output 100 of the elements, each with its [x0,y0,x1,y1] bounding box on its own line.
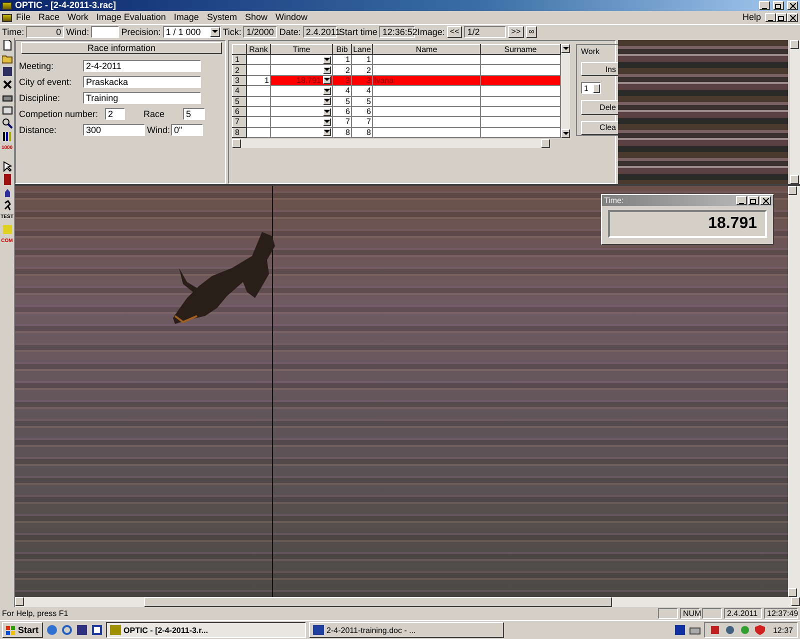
dropdown-button[interactable] [323,128,331,136]
vertical-scrollbar[interactable] [790,40,800,184]
precision-dropdown[interactable]: 1 / 1 000 [162,26,221,38]
table-row[interactable]: 1 1 1 [232,54,560,65]
clock: 12:37 [772,626,793,634]
city-field[interactable]: Praskacka [83,76,201,88]
menu-item[interactable]: Show [240,11,272,24]
folder-icon[interactable] [2,53,12,64]
close-button[interactable] [760,196,771,205]
restore-button[interactable] [776,13,787,22]
start-button[interactable]: Start [2,622,43,638]
menu-item[interactable]: Help [738,11,765,24]
column-header[interactable]: Rank [246,44,270,54]
number-spinner[interactable]: 1 [581,82,601,94]
horizontal-scrollbar[interactable] [232,139,550,148]
close-icon[interactable] [2,79,12,90]
menu-item[interactable]: Image [170,11,203,24]
restore-button[interactable] [773,1,784,10]
dropdown-button[interactable] [323,86,331,95]
tray-icon[interactable] [724,624,736,636]
dropdown-button[interactable] [323,118,331,126]
document-app-icon[interactable] [2,14,12,22]
menu-item[interactable]: Work [64,11,92,24]
dropdown-button[interactable] [323,66,331,74]
menu-item[interactable]: Image Evaluation [92,11,170,24]
tick-field[interactable]: 1/2000 [243,26,278,38]
restore-icon [750,198,757,204]
search-icon[interactable] [2,118,12,129]
table-row[interactable]: 5 5 5 [232,96,560,106]
insert-button[interactable]: Ins [581,62,619,76]
delete-button[interactable]: Dele [581,100,619,115]
column-header[interactable]: Name [372,44,480,54]
table-row[interactable]: 6 6 6 [232,106,560,117]
distance-field[interactable]: 300 [83,124,145,136]
column-header[interactable]: Lane [352,44,372,54]
horizontal-scrollbar[interactable] [15,597,800,607]
time-display: 18.791 [608,210,767,238]
field-label: Time: [2,26,24,36]
minimize-button[interactable] [736,196,747,205]
table-cell-text: 2 [366,66,371,74]
column-header[interactable]: Time [270,44,332,54]
table-row[interactable]: 8 8 8 [232,127,560,138]
table-row[interactable]: 2 2 2 [232,64,560,76]
window-icon[interactable] [2,105,12,116]
shield-icon[interactable] [754,624,766,636]
close-icon [790,2,796,8]
start-time-field[interactable]: 12:36:52 [379,26,416,38]
pointer-icon[interactable] [2,161,12,172]
row-header: 3 [232,75,246,86]
time-value: 18.791 [296,76,321,84]
caret-icon [212,30,218,34]
taskbar-button[interactable]: OPTIC - [2-4-2011-3.r... [106,622,306,638]
meeting-field[interactable]: 2-4-2011 [83,60,201,72]
close-button[interactable] [787,13,798,22]
close-icon [762,198,768,204]
table-cell-text: 6 [366,108,371,116]
dropdown-button[interactable] [323,97,331,106]
menu-item[interactable]: System [202,11,241,24]
previous-button[interactable]: << [446,26,462,38]
dropdown-button[interactable] [323,76,331,84]
menu-item[interactable]: Window [271,11,312,24]
color-bars-icon[interactable] [2,131,12,142]
minimize-button[interactable] [759,1,770,10]
menu-item[interactable]: File [12,11,35,24]
clear-button[interactable]: Clea [581,120,619,135]
loop-button[interactable]: ∞ [526,26,538,38]
field-label: Image: [417,26,445,36]
field-label: Competion number: [19,108,100,118]
competition-field[interactable]: 2 [105,108,125,120]
table-row[interactable]: 4 4 4 [232,86,560,96]
next-button[interactable]: >> [508,26,524,38]
panel-title: Race information [21,42,222,54]
table-row[interactable]: 7 7 7 [232,116,560,128]
close-button[interactable] [787,1,798,10]
restore-button[interactable] [748,196,759,205]
table-row[interactable]: 3 1 18.791 3 3 Ivana [232,75,560,86]
time-field[interactable]: 0 [26,26,64,38]
column-header[interactable]: Bib [332,44,352,54]
field-label: City of event: [19,76,73,86]
wind-field[interactable]: 0" [171,124,203,136]
menu-item[interactable]: Race [34,11,64,24]
row-header: 6 [232,106,246,117]
dropdown-button[interactable] [210,26,220,36]
minimize-button[interactable] [765,13,776,22]
group-title: Work [581,47,601,56]
vertical-scrollbar[interactable] [788,186,800,597]
dropdown-button[interactable] [323,56,331,64]
field-label: Race [142,108,166,118]
column-header[interactable]: Surname [480,44,560,54]
tray-icon[interactable] [674,624,686,636]
image-field[interactable]: 1/2 [464,26,506,38]
race-field[interactable]: 5 [183,108,205,120]
discipline-field[interactable]: Training [83,92,201,104]
tray-icon[interactable] [708,624,721,636]
row-header: 7 [232,116,246,128]
wind-field[interactable] [91,26,120,38]
taskbar-button[interactable]: 2-4-2011-training.doc - ... [308,622,504,638]
vertical-scrollbar[interactable] [561,44,570,138]
table-cell-text: 7 [366,118,371,126]
dropdown-button[interactable] [323,108,331,116]
